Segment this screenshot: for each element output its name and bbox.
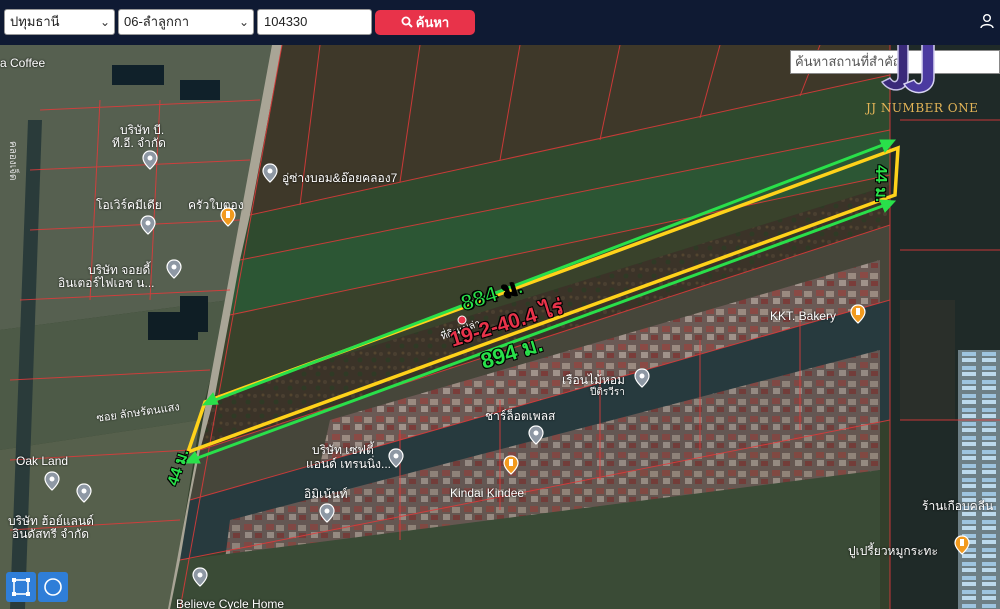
location-pin-icon[interactable]	[44, 471, 60, 491]
map-view[interactable]: a Coffee บริษัท บี. ที.อี. จำกัด โอเวิร์…	[0, 45, 1000, 609]
location-pin-icon[interactable]	[192, 567, 208, 587]
search-button[interactable]: ค้นหา	[375, 10, 475, 35]
hotel-pin-icon[interactable]	[634, 368, 650, 388]
place-label-coffee: a Coffee	[0, 56, 46, 70]
place-label-imin: อิมิเน้นท์	[304, 487, 348, 501]
logo-text: JJ NUMBER ONE	[866, 101, 979, 115]
location-pin-icon[interactable]	[262, 163, 278, 183]
place-label-company-jd2: อินเตอร์ไฟเอช น...	[58, 276, 155, 290]
place-label-home2: ปีติรวีรา	[590, 387, 625, 398]
location-pin-icon[interactable]	[388, 448, 404, 468]
search-button-label: ค้นหา	[415, 15, 450, 30]
chevron-down-icon: ⌄	[238, 15, 249, 29]
location-pin-icon[interactable]	[76, 483, 92, 503]
rectangle-icon	[12, 578, 30, 596]
province-select-value: ปทุมธานี	[10, 14, 60, 29]
restaurant-pin-icon[interactable]	[220, 207, 236, 227]
location-pin-icon[interactable]	[319, 503, 335, 523]
place-label-media: โอเวิร์คมีเดีย	[96, 198, 162, 212]
search-icon	[401, 16, 413, 28]
location-pin-icon[interactable]	[140, 215, 156, 235]
right-width-label: 44 ม.	[872, 165, 889, 203]
place-label-kkt: KKT. Bakery	[770, 309, 837, 323]
district-select-value: 06-ลำลูกกา	[124, 14, 190, 29]
restaurant-pin-icon[interactable]	[954, 535, 970, 555]
draw-rectangle-button[interactable]	[6, 572, 36, 602]
place-label-pu: ปูเปรี้ยวหมูกระทะ	[848, 544, 938, 558]
place-label-shop: ร้านเกือบคลีน	[922, 499, 994, 513]
circle-icon	[44, 578, 62, 596]
parcel-number-input[interactable]: 104330	[257, 9, 372, 35]
place-label-charlotte: ชาร์ล็อตเพลส	[485, 409, 556, 423]
restaurant-pin-icon[interactable]	[850, 304, 866, 324]
location-pin-icon[interactable]	[528, 425, 544, 445]
district-select[interactable]: 06-ลำลูกกา ⌄	[118, 9, 254, 35]
place-label-kindai: Kindai Kindee	[450, 486, 525, 500]
user-icon[interactable]	[978, 12, 996, 30]
location-pin-icon[interactable]	[142, 150, 158, 170]
place-label-company-oak2: อินดัสทรี จำกัด	[12, 527, 90, 541]
place-label-oak: Oak Land	[16, 454, 69, 468]
shop-pin-icon[interactable]	[166, 259, 182, 279]
province-select[interactable]: ปทุมธานี ⌄	[4, 9, 115, 35]
top-bar: ปทุมธานี ⌄ 06-ลำลูกกา ⌄ 104330 ค้นหา	[0, 0, 1000, 45]
chevron-down-icon: ⌄	[99, 15, 110, 29]
place-label-garage: อู่ซ่างบอม&อ๊อยคลอง7	[282, 171, 398, 185]
draw-circle-button[interactable]	[38, 572, 68, 602]
place-label-canal: คลองเจ็ด	[7, 141, 18, 181]
place-label-company-safe2: แอนด์ เทรนนิ่ง...	[306, 457, 391, 471]
place-label-cycle: Believe Cycle Home	[176, 597, 285, 609]
restaurant-pin-icon[interactable]	[503, 455, 519, 475]
